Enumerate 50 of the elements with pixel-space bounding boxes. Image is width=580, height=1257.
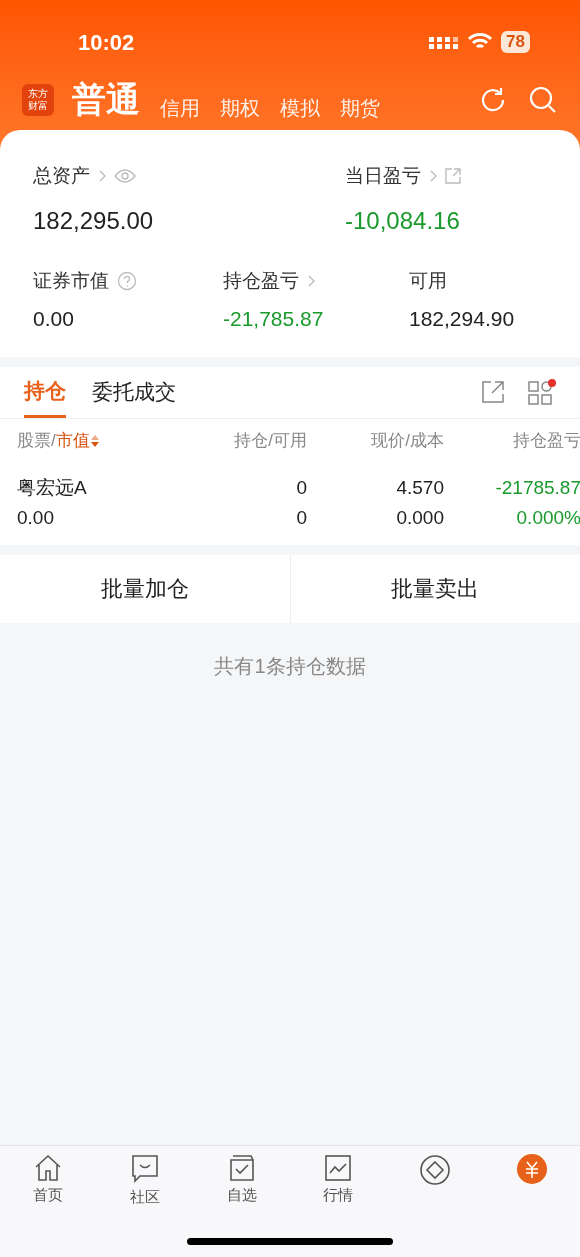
nav-tab[interactable]: 首页 [0,1154,97,1210]
position-tab[interactable]: 委托成交 [92,366,176,418]
table-cell-text: -21785.87 [495,475,580,500]
stat-value: 182,294.90 [409,306,515,332]
chat-bubble-icon [131,1154,159,1184]
chevron-right-icon [429,170,437,183]
external-link-icon[interactable] [482,381,504,403]
chevron-right-icon [307,274,315,287]
table-cell-text: 0.000 [396,505,444,530]
nav-tab[interactable]: 社区 [96,1154,194,1210]
table-cell-text: 0.000% [516,505,580,530]
stat-label: 当日盈亏 [345,164,421,188]
checkbox-icon [227,1154,256,1182]
sort-icon[interactable] [89,433,100,448]
stat-value: -10,084.16 [345,205,461,236]
stat-value: -21,785.87 [223,306,325,332]
battery-indicator: 78 [501,31,530,53]
column-header: 持仓/可用 [234,429,307,452]
table-cell-text: 0 [296,505,307,530]
stat-value: 0.00 [33,306,75,332]
status-time: 10:02 [78,28,135,57]
app-logo: 东方 财富 [22,83,54,116]
table-cell-text: 0.00 [17,505,55,530]
layout-button[interactable] [528,379,556,405]
stat-label: 持仓盈亏 [223,268,299,293]
table-cell-text: 0 [296,475,307,500]
stat-value: 182,295.00 [33,205,155,236]
chart-icon [324,1154,353,1182]
sort-column-header[interactable]: 市值 [55,427,90,454]
coin-icon [516,1154,547,1184]
search-icon[interactable] [528,84,558,115]
nav-tab[interactable]: 自选 [193,1154,290,1210]
table-cell-text: 4.570 [396,475,444,500]
help-icon[interactable] [117,270,137,291]
stat-label: 总资产 [33,164,90,188]
stock-name: 粤宏远A [17,475,88,500]
column-header: 持仓盈亏 [513,429,580,452]
column-header: 现价/成本 [371,429,444,452]
stat-label: 可用 [409,268,447,293]
eye-icon[interactable] [114,169,136,184]
summary-text: 共有1条持仓数据 [214,653,366,679]
column-header: 股票/ [17,429,56,452]
action-button[interactable]: 批量卖出 [289,554,580,623]
external-link-icon[interactable] [445,168,461,185]
stat-label: 证券市值 [33,268,109,293]
position-row[interactable]: 粤宏远A 0.00 0 0 4.570 0.000 -21785.87 0.000% [0,462,580,545]
action-button[interactable]: 批量加仓 [0,554,290,623]
grid-icon [528,381,552,405]
chevron-right-icon [98,170,106,183]
nav-tab[interactable]: 行情 [290,1154,387,1210]
